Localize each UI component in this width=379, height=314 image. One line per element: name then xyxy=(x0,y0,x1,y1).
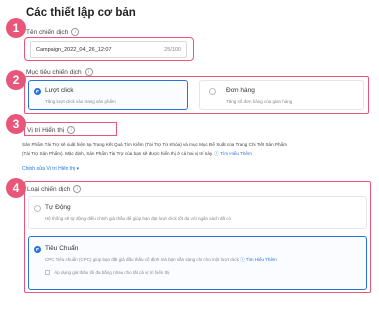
bidding-option-auto[interactable]: Tự Động Hệ thống sẽ tự động điều chỉnh g… xyxy=(28,196,367,229)
info-icon[interactable]: i xyxy=(84,68,93,76)
info-icon[interactable]: ⓘ xyxy=(240,257,245,262)
placement-learn-more-link[interactable]: Tìm Hiểu Thêm xyxy=(220,151,252,156)
page-title: Các thiết lập cơ bản xyxy=(26,7,136,19)
bidding-standard-desc: CPC Tiêu chuẩn (CPC) giúp bạn đặt giá đấ… xyxy=(45,257,277,263)
placement-description-line2-text: (Tài Trợ Sản Phẩm). Mặc định, Sản Phẩm T… xyxy=(22,151,214,156)
radio-orders[interactable] xyxy=(209,88,216,95)
objective-clicks-title: Lượt click xyxy=(45,87,74,94)
chevron-down-icon: ▾ xyxy=(76,166,79,172)
campaign-name-input[interactable]: Campaign_2022_04_26_12:07 25/100 xyxy=(30,41,187,58)
step-badge-1: 1 xyxy=(6,18,26,38)
radio-auto[interactable] xyxy=(34,205,41,212)
campaign-name-label: Tên chiến dịch i xyxy=(26,28,80,36)
placement-description-line1: Sản Phẩm Tài Trợ sẽ xuất hiện tại Trang … xyxy=(22,142,287,147)
step-badge-3: 3 xyxy=(6,114,26,134)
objective-option-orders[interactable]: Đơn hàng Tăng số đơn hàng của gian hàng xyxy=(199,80,364,110)
placement-description-line2: (Tài Trợ Sản Phẩm). Mặc định, Sản Phẩm T… xyxy=(22,151,252,157)
info-icon[interactable]: i xyxy=(67,126,76,134)
bidding-option-standard[interactable]: Tiêu Chuẩn CPC Tiêu chuẩn (CPC) giúp bạn… xyxy=(28,236,367,290)
step-badge-4: 4 xyxy=(6,178,26,198)
edit-placement-link[interactable]: Chỉnh sửa Vị trí Hiển thị ▾ xyxy=(22,166,79,172)
radio-clicks[interactable] xyxy=(34,88,41,95)
bidding-label-text: Loại chiến dịch xyxy=(27,185,71,193)
edit-placement-text: Chỉnh sửa Vị trí Hiển thị xyxy=(22,166,76,172)
objective-orders-title: Đơn hàng xyxy=(226,87,255,94)
objective-label: Mục tiêu chiến dịch i xyxy=(26,68,93,76)
bidding-auto-title: Tự Động xyxy=(45,204,71,211)
radio-standard[interactable] xyxy=(34,246,41,253)
objective-label-text: Mục tiêu chiến dịch xyxy=(26,68,82,76)
equal-bid-checkbox-row[interactable]: Áp dụng giá thầu tối đa bằng nhau cho tấ… xyxy=(45,270,170,276)
info-icon[interactable]: i xyxy=(73,185,82,193)
campaign-name-label-text: Tên chiến dịch xyxy=(26,28,69,36)
step-badge-2: 2 xyxy=(6,70,26,90)
placement-label: Vị trí Hiển thị i xyxy=(27,126,76,134)
bidding-label: Loại chiến dịch i xyxy=(27,185,82,193)
equal-bid-checkbox-label: Áp dụng giá thầu tối đa bằng nhau cho tấ… xyxy=(54,270,170,275)
bidding-learn-more-link[interactable]: Tìm Hiểu Thêm xyxy=(246,257,277,262)
bidding-standard-desc-text: CPC Tiêu chuẩn (CPC) giúp bạn đặt giá đấ… xyxy=(45,257,239,262)
objective-option-clicks[interactable]: Lượt click Tăng lượt click vào trang sản… xyxy=(28,80,188,110)
placement-label-text: Vị trí Hiển thị xyxy=(27,126,65,134)
bidding-standard-title: Tiêu Chuẩn xyxy=(45,245,79,252)
info-icon[interactable]: i xyxy=(71,28,80,36)
objective-orders-desc: Tăng số đơn hàng của gian hàng xyxy=(226,99,293,104)
objective-clicks-desc: Tăng lượt click vào trang sản phẩm xyxy=(45,99,116,104)
campaign-name-counter: 25/100 xyxy=(164,46,181,53)
campaign-name-value: Campaign_2022_04_26_12:07 xyxy=(36,46,112,53)
info-icon[interactable]: ⓘ xyxy=(214,151,219,156)
equal-bid-checkbox[interactable] xyxy=(45,270,50,276)
bidding-auto-desc: Hệ thống sẽ tự động điều chỉnh giá thầu … xyxy=(45,216,232,221)
